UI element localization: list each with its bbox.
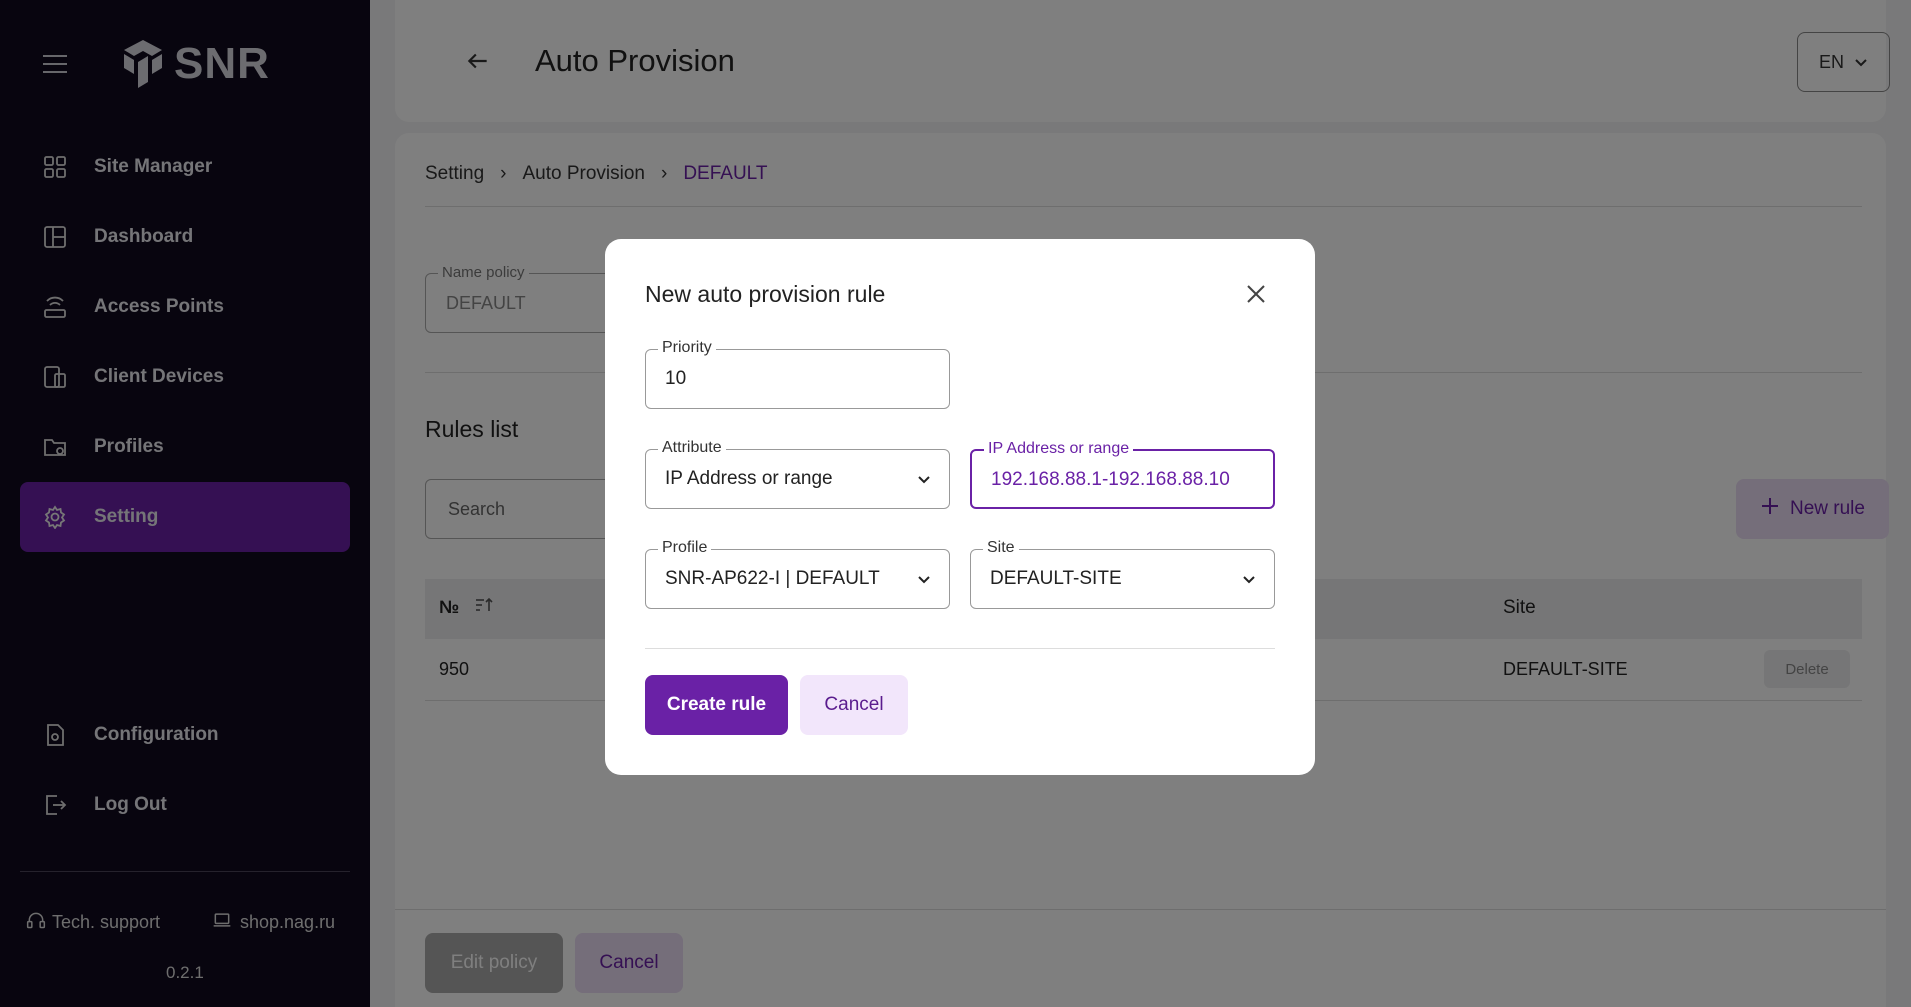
profile-select[interactable]: Profile SNR-AP622-I | DEFAULT — [645, 539, 950, 609]
priority-value: 10 — [665, 368, 687, 389]
profile-label: Profile — [658, 539, 712, 557]
attribute-label: Attribute — [658, 439, 726, 457]
chevron-down-icon — [917, 472, 931, 490]
close-icon[interactable] — [1245, 283, 1269, 307]
profile-value: SNR-AP622-I | DEFAULT — [665, 568, 880, 589]
site-label: Site — [983, 539, 1019, 557]
dialog-divider — [645, 648, 1275, 649]
priority-field[interactable]: Priority 10 — [645, 339, 950, 409]
new-rule-dialog: New auto provision rule Priority 10 Attr… — [605, 239, 1315, 775]
ip-address-value: 192.168.88.1-192.168.88.10 — [991, 469, 1230, 490]
site-value: DEFAULT-SITE — [990, 568, 1122, 589]
cancel-button[interactable]: Cancel — [800, 675, 908, 735]
dialog-title: New auto provision rule — [645, 281, 886, 307]
attribute-select[interactable]: Attribute IP Address or range — [645, 439, 950, 509]
ip-address-field[interactable]: IP Address or range 192.168.88.1-192.168… — [970, 440, 1275, 509]
site-select[interactable]: Site DEFAULT-SITE — [970, 539, 1275, 609]
create-rule-button[interactable]: Create rule — [645, 675, 788, 735]
ip-address-label: IP Address or range — [984, 440, 1134, 458]
attribute-value: IP Address or range — [665, 468, 833, 489]
chevron-down-icon — [917, 572, 931, 590]
priority-label: Priority — [658, 339, 716, 357]
chevron-down-icon — [1242, 572, 1256, 590]
